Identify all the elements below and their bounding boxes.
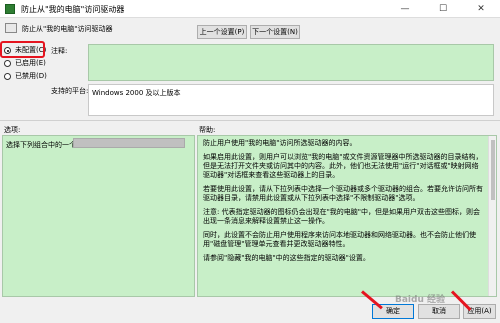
section-divider <box>0 120 500 121</box>
radio-unselected-icon <box>4 60 11 67</box>
radio-disabled[interactable]: 已禁用(D) <box>4 70 47 83</box>
help-label: 帮助: <box>199 126 216 134</box>
help-paragraph: 如果启用此设置，则用户可以浏览"我的电脑"或文件资源管理器中所选驱动器的目录结构… <box>203 153 483 179</box>
options-panel: 选择下列组合中的一个 <box>2 135 195 297</box>
policy-name: 防止从"我的电脑"访问驱动器 <box>22 25 113 33</box>
drive-restriction-dropdown[interactable] <box>73 138 185 148</box>
minimize-button[interactable]: — <box>386 0 424 18</box>
policy-setting-icon <box>5 23 17 33</box>
policy-app-icon <box>5 4 15 14</box>
previous-setting-button[interactable]: 上一个设置(P) <box>197 25 247 39</box>
next-setting-button[interactable]: 下一个设置(N) <box>250 25 300 39</box>
help-paragraph: 同时，此设置不会防止用户使用程序来访问本地驱动器和网络驱动器。也不会防止他们使用… <box>203 231 476 248</box>
drive-choice-label: 选择下列组合中的一个 <box>6 141 76 149</box>
radio-unselected-icon <box>4 73 11 80</box>
help-paragraph: 注意: 代表指定驱动器的图标仍会出现在"我的电脑"中，但是如果用户双击这些图标，… <box>203 208 481 225</box>
help-paragraph: 请参阅"隐藏"我的电脑"中的这些指定的驱动器"设置。 <box>203 254 370 262</box>
scrollbar-thumb[interactable] <box>491 140 495 200</box>
cancel-button[interactable]: 取消 <box>418 304 460 319</box>
close-button[interactable]: ✕ <box>462 0 500 18</box>
title-bar: 防止从"我的电脑"访问驱动器 — ☐ ✕ <box>0 0 500 18</box>
radio-enabled[interactable]: 已启用(E) <box>4 57 47 70</box>
maximize-button[interactable]: ☐ <box>424 0 462 18</box>
platform-value: Windows 2000 及以上版本 <box>88 84 494 116</box>
help-scrollbar[interactable] <box>488 136 496 296</box>
help-paragraph: 若要使用此设置，请从下拉列表中选择一个驱动器或多个驱动器的组合。若要允许访问所有… <box>203 185 483 202</box>
highlight-box <box>0 41 45 58</box>
window-title: 防止从"我的电脑"访问驱动器 <box>21 5 125 14</box>
help-panel: 防止用户使用"我的电脑"访问所选驱动器的内容。 如果启用此设置，则用户可以浏览"… <box>197 135 497 297</box>
platform-label: 支持的平台: <box>51 87 89 95</box>
options-label: 选项: <box>4 126 21 134</box>
help-paragraph: 防止用户使用"我的电脑"访问所选驱动器的内容。 <box>203 139 357 147</box>
comment-textarea[interactable] <box>88 44 494 81</box>
watermark: Baidu 经验 <box>395 295 446 305</box>
comment-label: 注释: <box>51 47 68 55</box>
